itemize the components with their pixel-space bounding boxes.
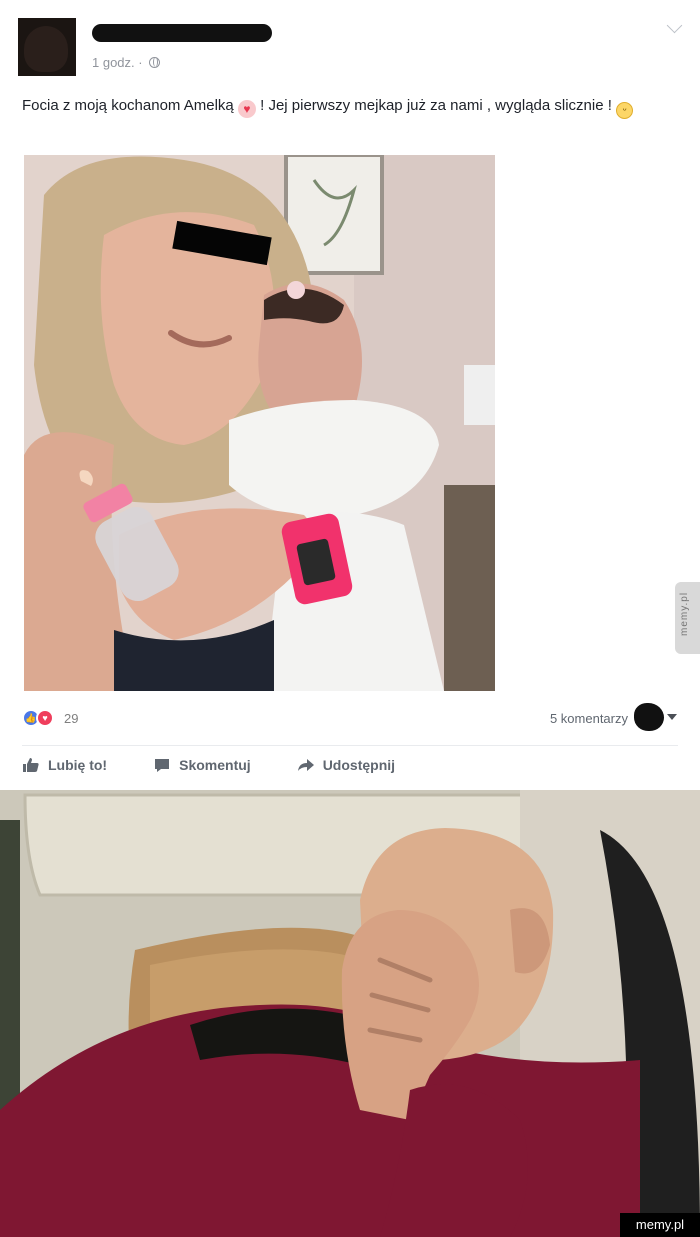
post-actions: Lubię to! Skomentuj Udostępnij	[22, 753, 441, 777]
smile-emoji-icon: ᵕ	[616, 102, 634, 119]
reaction-count: 29	[64, 710, 79, 726]
post-photo[interactable]	[24, 155, 495, 691]
post-text: Focia z moją kochanom Amelką ♥ ! Jej pie…	[22, 93, 662, 119]
comment-icon	[155, 759, 170, 772]
bottom-watermark: memy.pl	[620, 1213, 700, 1237]
action-divider	[22, 745, 678, 746]
post-timestamp[interactable]: 1 godz. ·	[92, 55, 143, 70]
redacted-author-name	[92, 24, 272, 42]
chevron-down-icon[interactable]	[666, 17, 683, 34]
side-watermark-text: memy.pl	[679, 591, 690, 636]
thumbs-up-icon	[23, 758, 39, 772]
like-button[interactable]: Lubię to!	[22, 757, 107, 773]
facebook-post: 1 godz. · Focia z moją kochanom Amelką ♥…	[0, 0, 700, 790]
post-text-part-1: Focia z moją kochanom Amelką	[22, 97, 238, 114]
share-button[interactable]: Udostępnij	[297, 757, 395, 773]
share-icon	[297, 759, 314, 771]
avatar[interactable]	[18, 18, 76, 76]
globe-icon	[148, 57, 160, 68]
side-watermark: memy.pl	[675, 582, 700, 654]
love-reaction-icon: ♥	[36, 709, 54, 727]
comment-label: Skomentuj	[179, 757, 251, 773]
like-label: Lubię to!	[48, 757, 108, 773]
share-label: Udostępnij	[322, 757, 396, 773]
comments-count-link[interactable]: 5 komentarzy	[550, 711, 628, 726]
post-text-part-2: ! Jej pierwszy mejkap już za nami , wygl…	[255, 97, 617, 114]
comment-button[interactable]: Skomentuj	[153, 757, 251, 773]
reactions-summary[interactable]: 👍 ♥ 29	[22, 709, 78, 727]
post-meta: 1 godz. ·	[92, 55, 160, 70]
caret-down-icon[interactable]	[667, 714, 677, 720]
heart-emoji-icon: ♥	[237, 100, 256, 118]
redacted-viewer-avatar[interactable]	[634, 703, 664, 731]
facepalm-image: memy.pl	[0, 790, 700, 1237]
